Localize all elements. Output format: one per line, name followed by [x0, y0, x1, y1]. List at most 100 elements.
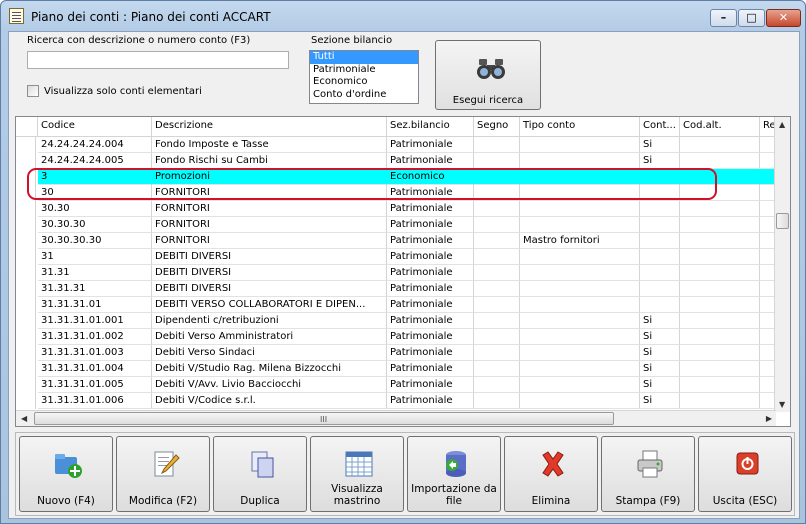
cell-sez-bilancio[interactable]: Patrimoniale — [387, 329, 474, 345]
table-row[interactable]: 31.31.31.01.001 Dipendenti c/retribuzioni… — [16, 313, 790, 329]
cell-descrizione[interactable]: FORNITORI — [152, 233, 387, 249]
table-row[interactable]: 31 DEBITI DIVERSI Patrimoniale — [16, 249, 790, 265]
cell-tipo-conto[interactable] — [520, 313, 640, 329]
row-indicator[interactable] — [16, 377, 36, 393]
view-ledger-button[interactable]: Visualizza mastrino — [310, 436, 404, 512]
cell-cod-alt[interactable] — [680, 329, 760, 345]
header-descrizione[interactable]: Descrizione — [152, 117, 387, 137]
cell-cod-alt[interactable] — [680, 217, 760, 233]
table-row[interactable]: 31.31.31.01 DEBITI VERSO COLLABORATORI E … — [16, 297, 790, 313]
cell-codice[interactable]: 31.31 — [38, 265, 152, 281]
cell-tipo-conto[interactable] — [520, 169, 640, 185]
cell-tipo-conto[interactable] — [520, 137, 640, 153]
cell-codice[interactable]: 30 — [38, 185, 152, 201]
row-indicator[interactable] — [16, 185, 36, 201]
row-indicator[interactable] — [16, 329, 36, 345]
cell-cont[interactable]: Si — [640, 329, 680, 345]
scroll-left-icon[interactable]: ◀ — [21, 414, 27, 423]
cell-codice[interactable]: 31 — [38, 249, 152, 265]
cell-cod-alt[interactable] — [680, 185, 760, 201]
table-row[interactable]: 30.30 FORNITORI Patrimoniale — [16, 201, 790, 217]
cell-tipo-conto[interactable] — [520, 361, 640, 377]
cell-descrizione[interactable]: DEBITI DIVERSI — [152, 281, 387, 297]
cell-segno[interactable] — [474, 329, 520, 345]
cell-tipo-conto[interactable]: Mastro fornitori — [520, 233, 640, 249]
table-row[interactable]: 31.31.31.01.005 Debiti V/Avv. Livio Bacci… — [16, 377, 790, 393]
cell-segno[interactable] — [474, 201, 520, 217]
table-row[interactable]: 30.30.30 FORNITORI Patrimoniale — [16, 217, 790, 233]
cell-descrizione[interactable]: FORNITORI — [152, 185, 387, 201]
cell-cont[interactable] — [640, 217, 680, 233]
scroll-down-icon[interactable]: ▼ — [779, 400, 785, 409]
cell-descrizione[interactable]: Debiti Verso Sindaci — [152, 345, 387, 361]
exit-button[interactable]: Uscita (ESC) — [698, 436, 792, 512]
table-row[interactable]: 31.31.31.01.006 Debiti V/Codice s.r.l. Pat… — [16, 393, 790, 409]
cell-codice[interactable]: 30.30.30.30 — [38, 233, 152, 249]
row-indicator[interactable] — [16, 153, 36, 169]
cell-tipo-conto[interactable] — [520, 345, 640, 361]
cell-sez-bilancio[interactable]: Patrimoniale — [387, 137, 474, 153]
table-row[interactable]: 24.24.24.24.004 Fondo Imposte e Tasse Patr… — [16, 137, 790, 153]
scroll-up-icon[interactable]: ▲ — [779, 120, 785, 129]
section-option-patrimoniale[interactable]: Patrimoniale — [310, 64, 418, 77]
cell-segno[interactable] — [474, 153, 520, 169]
table-row[interactable]: 31.31.31.01.002 Debiti Verso Amministrato… — [16, 329, 790, 345]
cell-descrizione[interactable]: Fondo Rischi su Cambi — [152, 153, 387, 169]
cell-cont[interactable] — [640, 249, 680, 265]
cell-cod-alt[interactable] — [680, 137, 760, 153]
table-row[interactable]: 31.31.31 DEBITI DIVERSI Patrimoniale — [16, 281, 790, 297]
row-indicator[interactable] — [16, 137, 36, 153]
cell-cod-alt[interactable] — [680, 201, 760, 217]
minimize-button[interactable]: – — [710, 9, 737, 27]
cell-segno[interactable] — [474, 265, 520, 281]
title-bar[interactable]: Piano dei conti : Piano dei conti ACCART… — [1, 1, 805, 31]
section-option-conto-ordine[interactable]: Conto d'ordine — [310, 89, 418, 102]
cell-cod-alt[interactable] — [680, 313, 760, 329]
cell-sez-bilancio[interactable]: Patrimoniale — [387, 361, 474, 377]
cell-tipo-conto[interactable] — [520, 377, 640, 393]
accounts-grid[interactable]: Codice Descrizione Sez.bilancio Segno Ti… — [15, 116, 791, 427]
scroll-right-icon[interactable]: ▶ — [766, 414, 772, 423]
new-button[interactable]: Nuovo (F4) — [19, 436, 113, 512]
cell-cont[interactable]: Si — [640, 345, 680, 361]
cell-cod-alt[interactable] — [680, 169, 760, 185]
row-indicator[interactable] — [16, 313, 36, 329]
table-row[interactable]: 31.31.31.01.004 Debiti V/Studio Rag. Mile… — [16, 361, 790, 377]
cell-segno[interactable] — [474, 297, 520, 313]
cell-codice[interactable]: 31.31.31.01.003 — [38, 345, 152, 361]
cell-cod-alt[interactable] — [680, 265, 760, 281]
row-indicator[interactable] — [16, 281, 36, 297]
cell-segno[interactable] — [474, 233, 520, 249]
cell-sez-bilancio[interactable]: Patrimoniale — [387, 185, 474, 201]
cell-sez-bilancio[interactable]: Patrimoniale — [387, 313, 474, 329]
cell-descrizione[interactable]: Debiti V/Avv. Livio Bacciocchi — [152, 377, 387, 393]
cell-descrizione[interactable]: Debiti Verso Amministratori — [152, 329, 387, 345]
cell-codice[interactable]: 31.31.31.01.001 — [38, 313, 152, 329]
cell-segno[interactable] — [474, 361, 520, 377]
header-sez-bilancio[interactable]: Sez.bilancio — [387, 117, 474, 137]
only-elementary-checkbox[interactable] — [27, 85, 39, 97]
import-button[interactable]: Importazione da file — [407, 436, 501, 512]
search-button[interactable]: Esegui ricerca — [435, 40, 541, 110]
cell-cont[interactable] — [640, 233, 680, 249]
cell-descrizione[interactable]: Debiti V/Studio Rag. Milena Bizzocchi — [152, 361, 387, 377]
vertical-scrollbar[interactable]: ▲ ▼ — [774, 117, 790, 412]
search-input[interactable] — [27, 51, 289, 69]
cell-segno[interactable] — [474, 377, 520, 393]
cell-codice[interactable]: 3 — [38, 169, 152, 185]
cell-cont[interactable] — [640, 297, 680, 313]
table-row[interactable]: 24.24.24.24.005 Fondo Rischi su Cambi Patr… — [16, 153, 790, 169]
row-indicator[interactable] — [16, 201, 36, 217]
table-row[interactable]: 30.30.30.30 FORNITORI Patrimoniale Mastro f… — [16, 233, 790, 249]
cell-sez-bilancio[interactable]: Patrimoniale — [387, 393, 474, 409]
table-row[interactable]: 31.31 DEBITI DIVERSI Patrimoniale — [16, 265, 790, 281]
cell-sez-bilancio[interactable]: Patrimoniale — [387, 153, 474, 169]
header-cod-alt[interactable]: Cod.alt. — [680, 117, 760, 137]
cell-tipo-conto[interactable] — [520, 185, 640, 201]
cell-tipo-conto[interactable] — [520, 201, 640, 217]
cell-descrizione[interactable]: Fondo Imposte e Tasse — [152, 137, 387, 153]
cell-sez-bilancio[interactable]: Patrimoniale — [387, 281, 474, 297]
cell-descrizione[interactable]: DEBITI DIVERSI — [152, 249, 387, 265]
cell-descrizione[interactable]: Promozioni — [152, 169, 387, 185]
section-option-tutti[interactable]: Tutti — [310, 51, 418, 64]
